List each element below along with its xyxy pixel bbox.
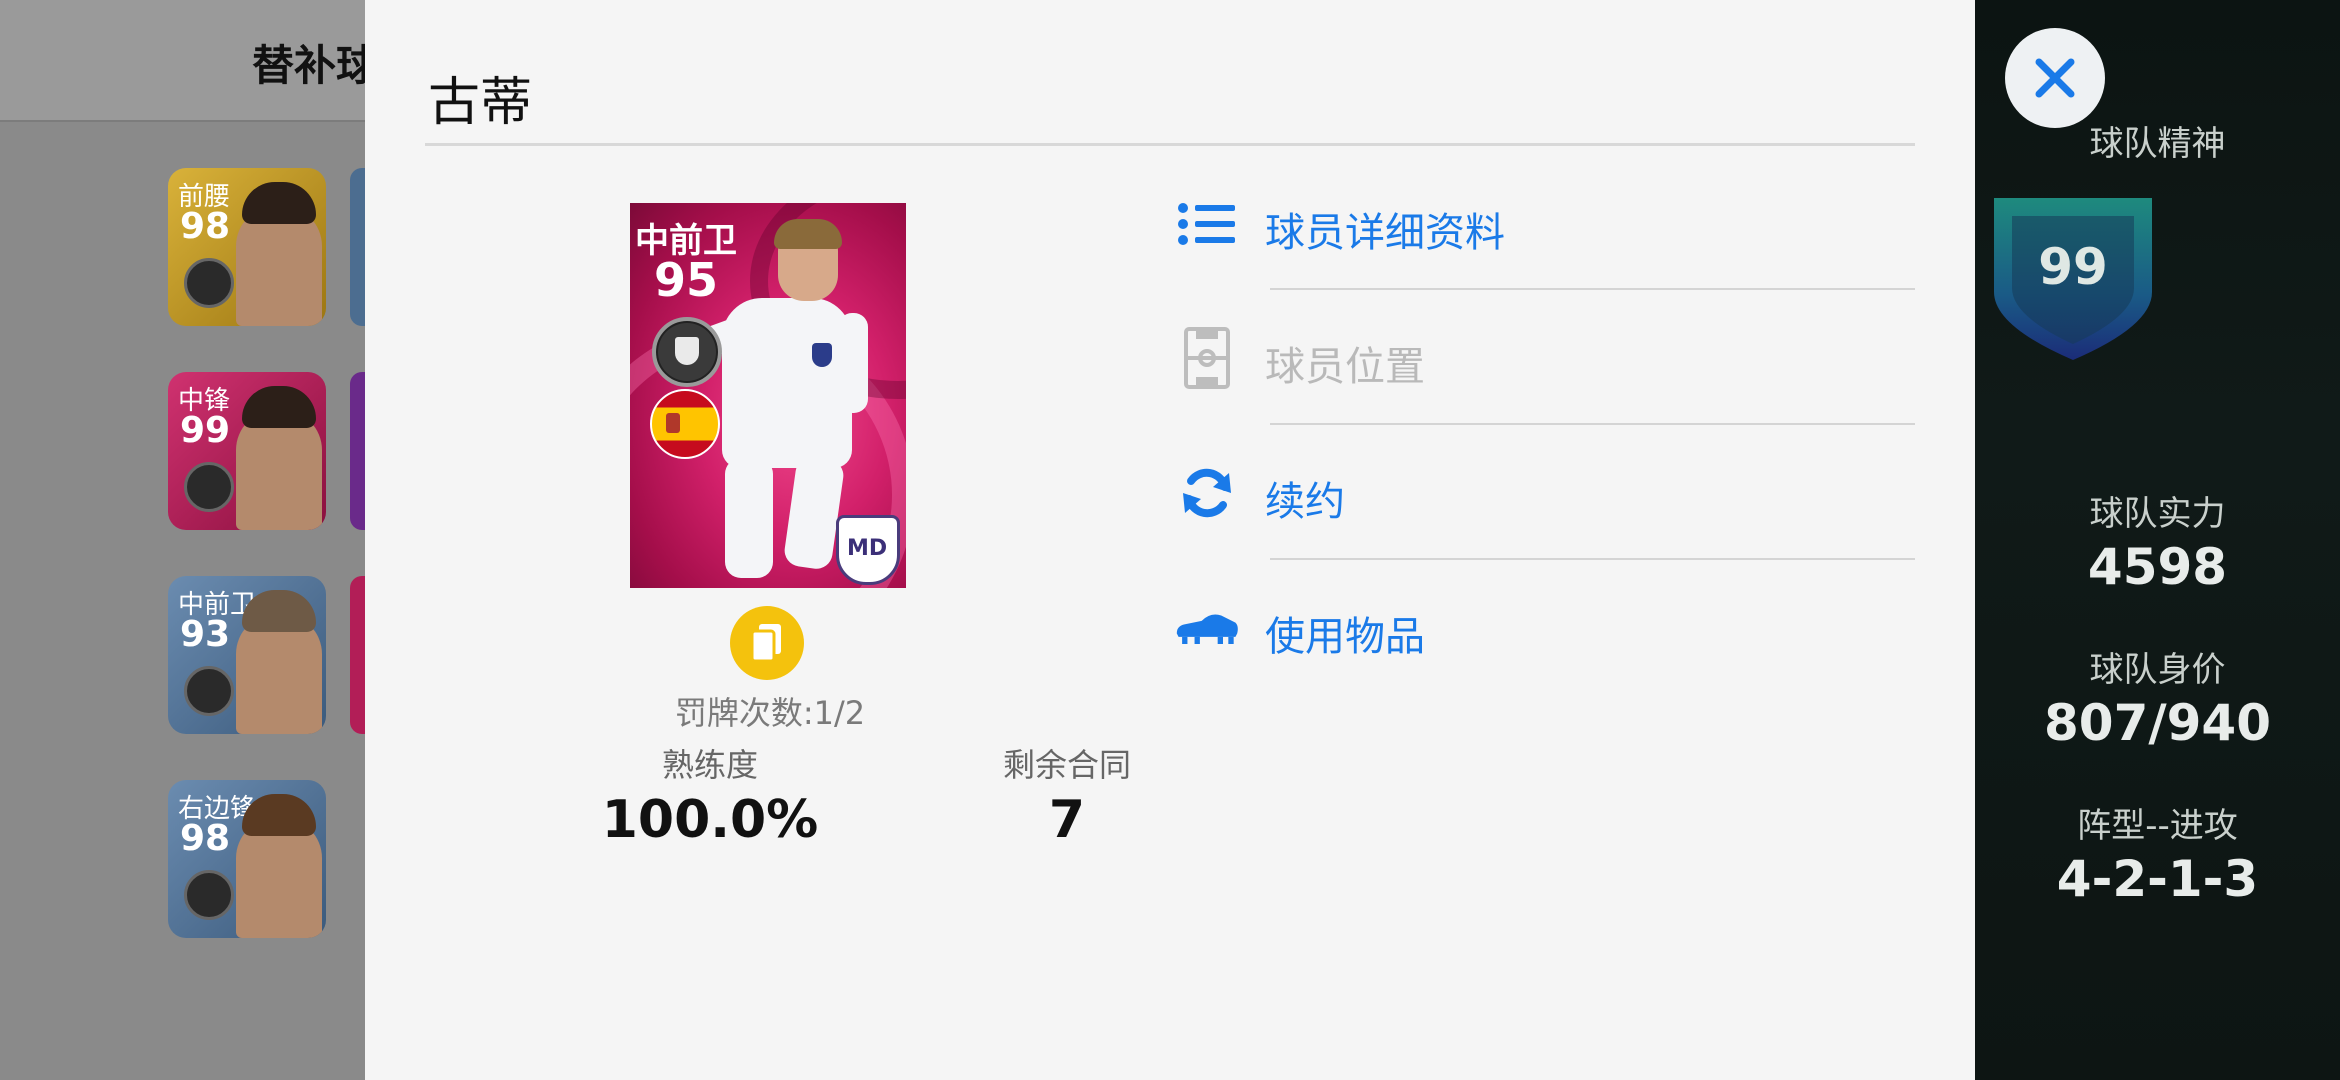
pitch-icon bbox=[1175, 327, 1239, 389]
team-spirit-shield-icon: 99 bbox=[1992, 196, 2154, 362]
background-card-rating: 98 bbox=[180, 818, 231, 859]
yellow-card-icon bbox=[730, 606, 804, 680]
menu-use-item[interactable]: 使用物品 bbox=[1175, 588, 1915, 668]
club-crest-icon bbox=[836, 515, 900, 585]
boot-icon bbox=[1175, 602, 1239, 654]
menu-renew-contract[interactable]: 续约 bbox=[1175, 453, 1915, 533]
player-leg bbox=[725, 458, 773, 578]
badge-icon bbox=[184, 666, 234, 716]
badge-icon bbox=[184, 870, 234, 920]
card-rating: 95 bbox=[654, 253, 719, 307]
menu-player-details[interactable]: 球员详细资料 bbox=[1175, 184, 1915, 264]
background-player-card: 中前卫 93 bbox=[168, 576, 326, 734]
proficiency-value: 100.0% bbox=[601, 790, 819, 850]
formation-label: 阵型--进攻 bbox=[2077, 806, 2238, 846]
background-card-rating: 99 bbox=[180, 410, 231, 451]
background-player-card: 中锋 99 bbox=[168, 372, 326, 530]
player-card[interactable]: 中前卫 95 bbox=[630, 203, 906, 588]
shirt-crest bbox=[812, 343, 832, 367]
background-squad-list: 替补球 前腰 98 中锋 99 中前卫 93 右边锋 98 bbox=[0, 0, 378, 1080]
player-hair bbox=[242, 182, 316, 224]
list-icon bbox=[1175, 198, 1239, 250]
menu-label: 球员详细资料 bbox=[1265, 210, 1505, 256]
background-player-card: 前腰 98 bbox=[168, 168, 326, 326]
team-spirit-label: 球队精神 bbox=[2089, 124, 2226, 164]
background-header: 替补球 bbox=[0, 0, 378, 122]
menu-player-position[interactable]: 球员位置 bbox=[1175, 318, 1915, 398]
refresh-icon bbox=[1175, 467, 1239, 519]
team-strength-label: 球队实力 bbox=[2089, 494, 2226, 534]
player-image bbox=[722, 298, 852, 468]
team-spirit-value: 99 bbox=[2038, 238, 2108, 296]
contract-remaining-value: 7 bbox=[1048, 790, 1086, 850]
close-button[interactable] bbox=[2005, 28, 2105, 128]
spain-flag-icon bbox=[650, 389, 720, 459]
menu-divider bbox=[1270, 558, 1915, 560]
player-face bbox=[236, 818, 322, 938]
player-hair bbox=[774, 219, 842, 249]
menu-label: 续约 bbox=[1265, 479, 1345, 525]
team-stats-panel: 球队精神 球队实力 4598 球队身价 807/940 阵型--进攻 4-2-1… bbox=[1975, 0, 2340, 1080]
close-icon bbox=[2035, 58, 2075, 98]
card-count: 罚牌次数:1/2 bbox=[674, 694, 866, 732]
player-options-dialog: 古蒂 中前卫 95 罚牌次数:1/2 熟练度 100.0% 剩余合同 7 bbox=[365, 0, 1975, 1080]
badge-icon bbox=[184, 258, 234, 308]
badge-icon bbox=[652, 317, 722, 387]
background-header-title: 替补球 bbox=[252, 41, 379, 90]
dialog-title: 古蒂 bbox=[428, 73, 533, 133]
title-divider bbox=[425, 143, 1915, 146]
menu-label: 球员位置 bbox=[1265, 344, 1425, 390]
formation-value: 4-2-1-3 bbox=[2056, 850, 2259, 908]
menu-divider bbox=[1270, 423, 1915, 425]
contract-remaining-label: 剩余合同 bbox=[1002, 746, 1131, 784]
menu-label: 使用物品 bbox=[1265, 614, 1425, 660]
background-card-rating: 93 bbox=[180, 614, 231, 655]
player-face bbox=[236, 410, 322, 530]
team-value-label: 球队身价 bbox=[2089, 650, 2226, 690]
player-face bbox=[236, 614, 322, 734]
team-value-value: 807/940 bbox=[2043, 694, 2271, 752]
player-hair bbox=[242, 386, 316, 428]
background-player-card: 右边锋 98 bbox=[168, 780, 326, 938]
player-face bbox=[236, 206, 322, 326]
team-strength-value: 4598 bbox=[2087, 538, 2228, 596]
menu-divider bbox=[1270, 288, 1915, 290]
background-card-rating: 98 bbox=[180, 206, 231, 247]
badge-icon bbox=[184, 462, 234, 512]
proficiency-label: 熟练度 bbox=[661, 746, 758, 784]
